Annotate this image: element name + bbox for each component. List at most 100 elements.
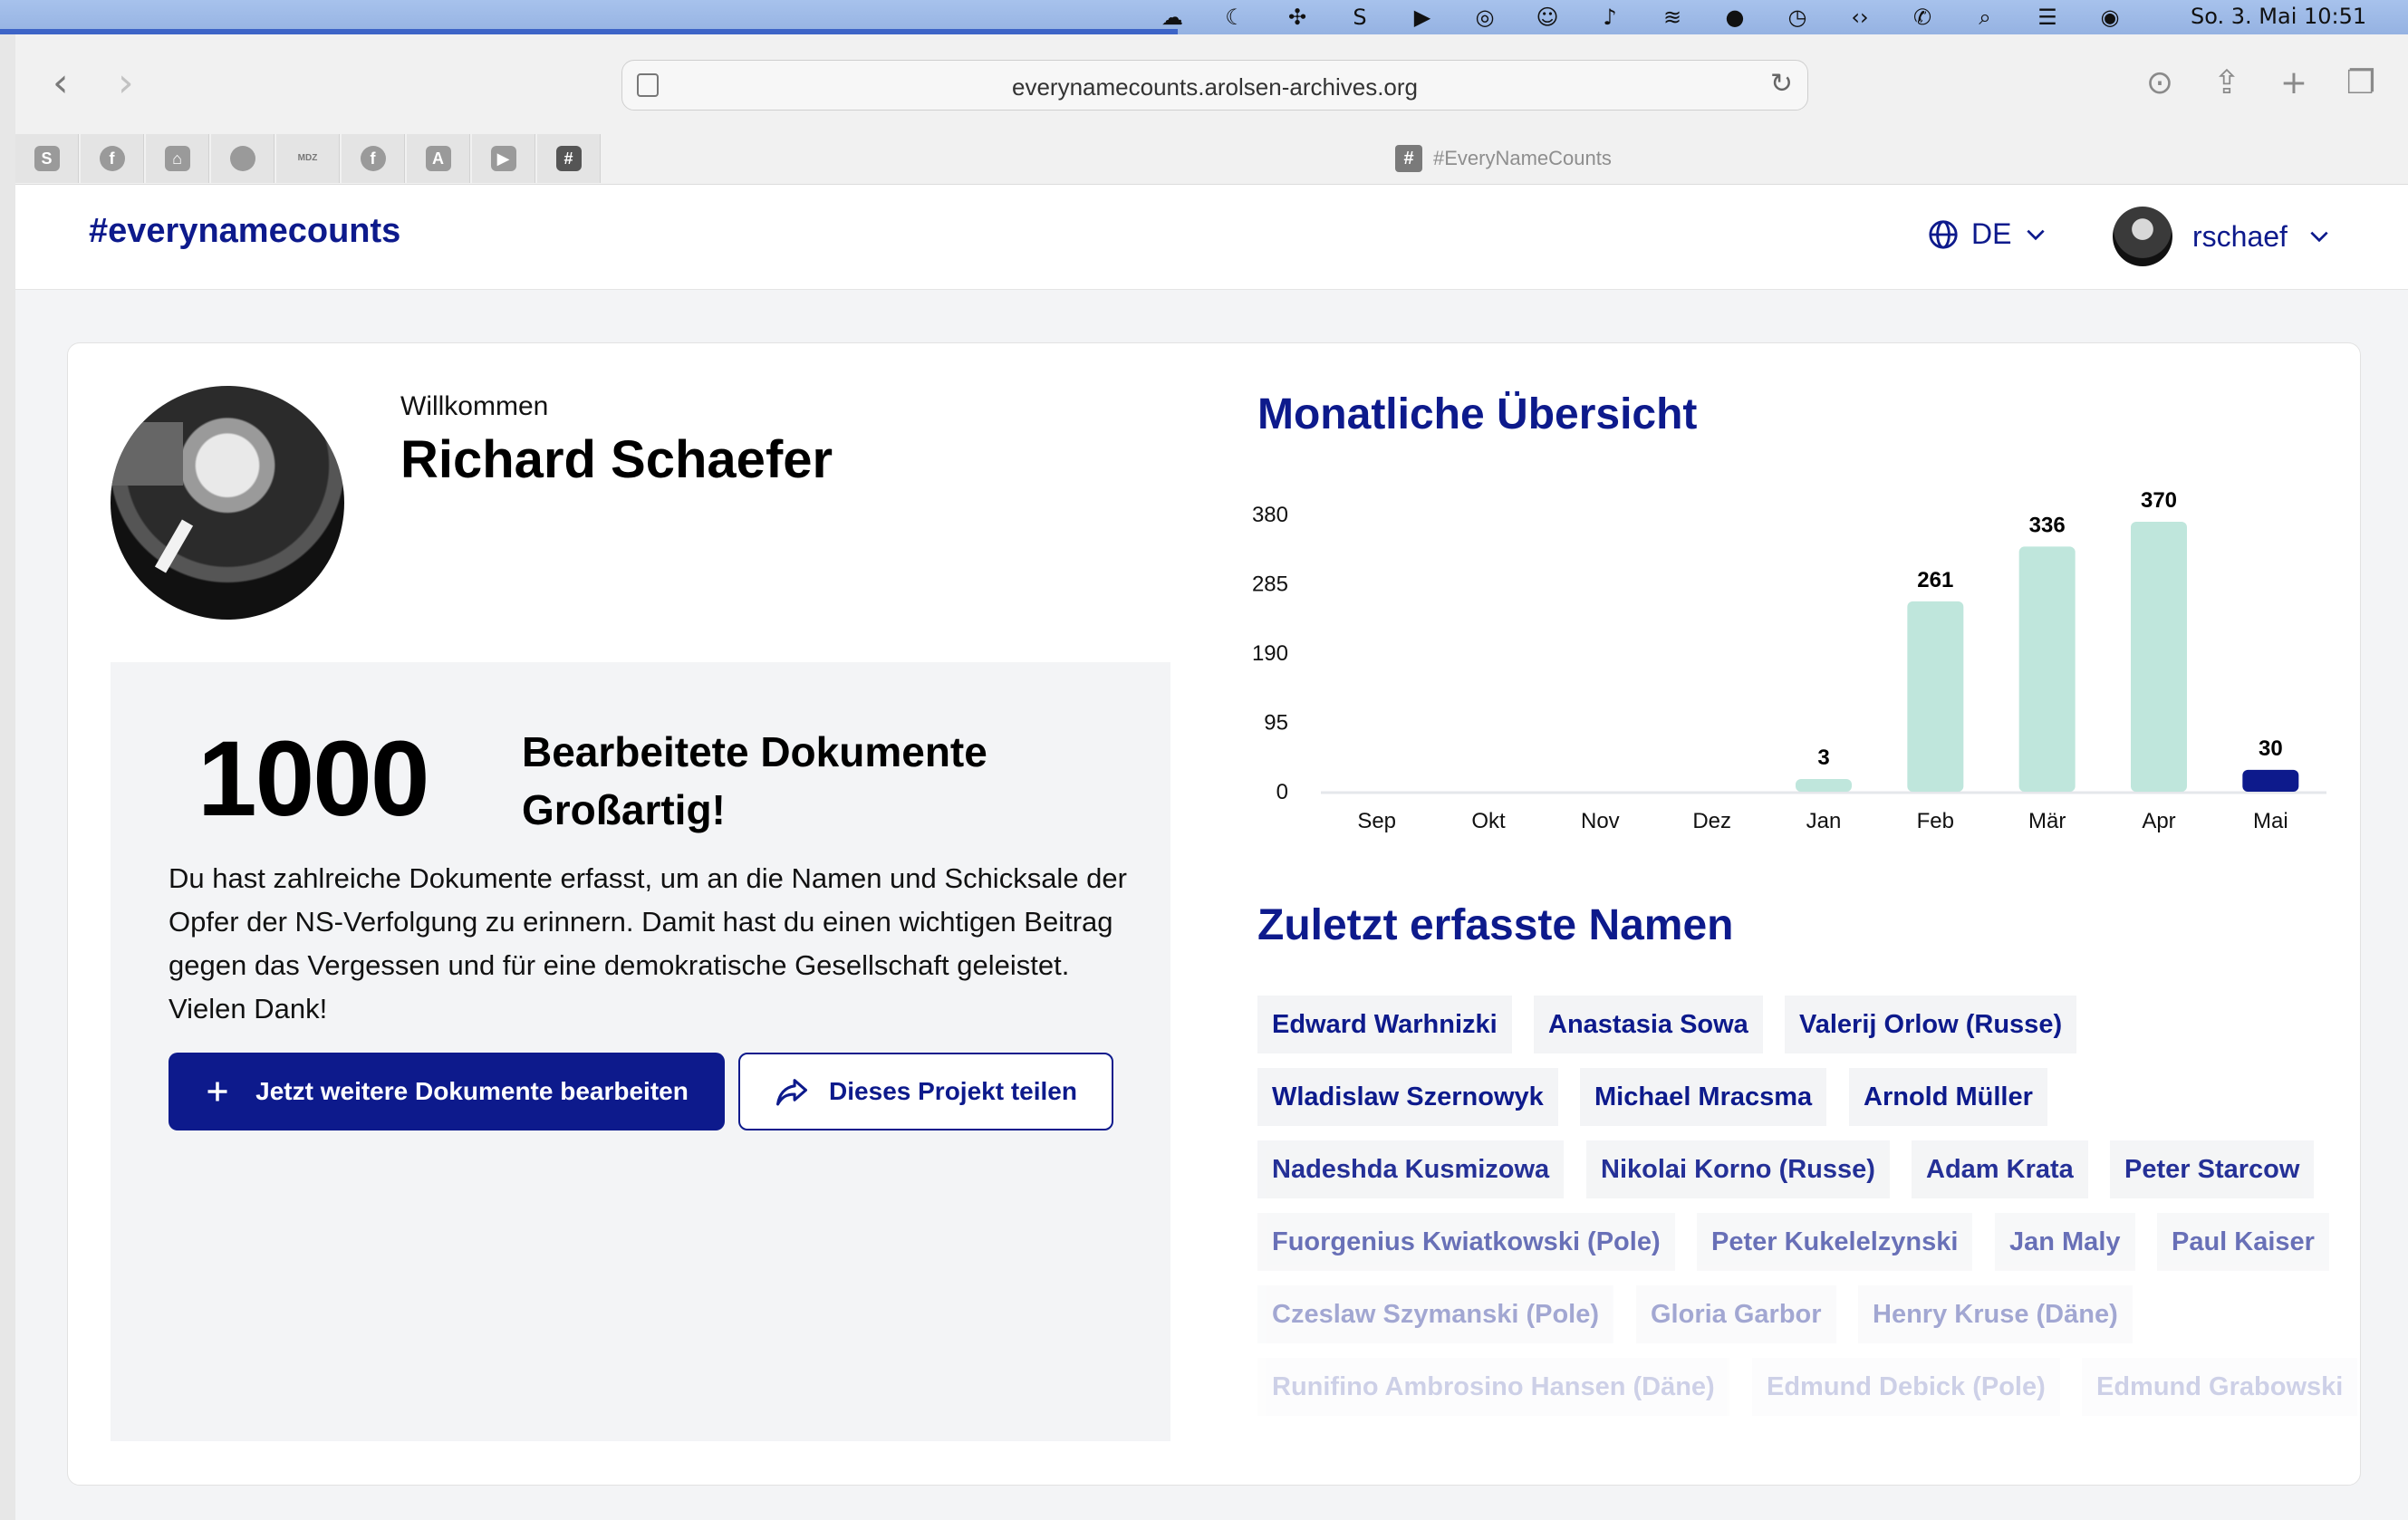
youtube-icon: ▶ <box>490 146 516 171</box>
time-machine-icon[interactable]: ◷ <box>1785 5 1810 30</box>
edit-more-documents-button[interactable]: Jetzt weitere Dokumente bearbeiten <box>169 1053 725 1130</box>
favorite-item[interactable]: f <box>81 134 144 183</box>
favorite-item[interactable]: S <box>15 134 79 183</box>
chevron-down-icon <box>2027 229 2046 240</box>
y-tick-label: 285 <box>1252 572 1288 597</box>
bar <box>1907 601 1964 792</box>
x-tick-label: Sep <box>1357 809 1396 833</box>
welcome-text: Willkommen <box>400 391 549 421</box>
download-icon[interactable]: ⊙ <box>2140 63 2180 103</box>
museum-icon: ⌂ <box>164 146 190 171</box>
airdrop-icon[interactable]: ◎ <box>1472 5 1498 30</box>
x-tick-label: Feb <box>1917 809 1954 833</box>
favorite-item[interactable]: ▶ <box>472 134 535 183</box>
bar <box>2242 769 2299 792</box>
accessibility-icon[interactable]: ☺ <box>1535 5 1560 30</box>
share-icon[interactable]: ⇪ <box>2207 63 2247 103</box>
y-tick-label: 380 <box>1252 503 1288 527</box>
menu-bar-clock[interactable]: So. 3. Mai 10:51 <box>2191 4 2366 29</box>
bar <box>1796 779 1852 792</box>
bar-value-label: 336 <box>2029 513 2066 537</box>
name-chip[interactable]: Nikolai Korno (Russe) <box>1586 1140 1890 1198</box>
name-chip[interactable]: Arnold Müller <box>1849 1068 2047 1126</box>
language-label: DE <box>1971 217 2012 250</box>
favorite-item[interactable]: MDZ <box>276 134 340 183</box>
hashtag-icon: # <box>555 146 582 171</box>
favorite-item[interactable]: # <box>537 134 601 183</box>
wifi-icon[interactable]: ≋ <box>1660 5 1685 30</box>
search-icon[interactable]: ⌕ <box>1972 5 1998 30</box>
stats-title: Bearbeitete Dokumente <box>522 728 987 775</box>
name-chip[interactable]: Anastasia Sowa <box>1534 996 1763 1053</box>
phone-icon[interactable]: ✆ <box>1910 5 1935 30</box>
x-tick-label: Nov <box>1581 809 1620 833</box>
documents-count: 1000 <box>197 719 430 839</box>
avatar <box>2113 207 2172 266</box>
name-chip[interactable]: Runifino Ambrosino Hansen (Däne) <box>1257 1358 1729 1416</box>
facebook-icon: f <box>99 146 125 171</box>
stats-praise: Großartig! <box>522 786 726 833</box>
favorite-item[interactable]: A <box>407 134 470 183</box>
creative-cloud-icon[interactable]: ☁ <box>1160 5 1185 30</box>
facebook-icon: f <box>360 146 386 171</box>
user-icon[interactable]: ● <box>1722 5 1748 30</box>
name-chip[interactable]: Valerij Orlow (Russe) <box>1785 996 2077 1053</box>
name-chip[interactable]: Paul Kaiser <box>2157 1213 2329 1271</box>
bar-value-label: 3 <box>1817 746 1829 770</box>
edit-more-documents-label: Jetzt weitere Dokumente bearbeiten <box>255 1077 689 1105</box>
user-menu[interactable]: rschaef <box>2113 207 2331 266</box>
name-chip[interactable]: Czeslaw Szymanski (Pole) <box>1257 1285 1614 1343</box>
reload-icon[interactable]: ↻ <box>1770 68 1793 100</box>
name-chip[interactable]: Peter Starcow <box>2110 1140 2315 1198</box>
play-icon[interactable]: ▶ <box>1410 5 1435 30</box>
name-chip[interactable]: Edward Warhnizki <box>1257 996 1512 1053</box>
y-tick-label: 0 <box>1276 780 1288 804</box>
forward-icon[interactable]: › <box>118 63 134 103</box>
name-chip[interactable]: Edmund Grabowski <box>2082 1358 2358 1416</box>
bar-value-label: 370 <box>2141 488 2177 513</box>
y-tick-label: 95 <box>1264 711 1288 736</box>
language-selector[interactable]: DE <box>1928 217 2047 251</box>
x-tick-label: Jan <box>1806 809 1842 833</box>
siri-icon[interactable]: ◉ <box>2097 5 2123 30</box>
favorite-item[interactable]: ⌂ <box>146 134 209 183</box>
shazam-icon[interactable]: S <box>1347 5 1373 30</box>
hearing-icon[interactable]: ♪ <box>1597 5 1623 30</box>
moon-icon[interactable]: ☾ <box>1222 5 1247 30</box>
x-tick-label: Apr <box>2142 809 2175 833</box>
name-chip[interactable]: Jan Maly <box>1995 1213 2135 1271</box>
back-icon[interactable]: ‹ <box>53 63 69 103</box>
user-full-name: Richard Schaefer <box>400 430 833 489</box>
x-tick-label: Dez <box>1692 809 1731 833</box>
name-chip[interactable]: Fuorgenius Kwiatkowski (Pole) <box>1257 1213 1675 1271</box>
name-chip[interactable]: Nadeshda Kusmizowa <box>1257 1140 1565 1198</box>
favorite-item[interactable]: f <box>342 134 405 183</box>
browser-left-edge <box>0 34 15 1520</box>
control-center-icon[interactable]: ☰ <box>2035 5 2060 30</box>
new-tab-icon[interactable]: + <box>2274 63 2314 103</box>
share-project-button[interactable]: Dieses Projekt teilen <box>738 1053 1113 1130</box>
active-tab[interactable]: # #EveryNameCounts <box>1395 145 1612 172</box>
name-chip[interactable]: Michael Mracsma <box>1580 1068 1827 1126</box>
name-chip[interactable]: Edmund Debick (Pole) <box>1752 1358 2060 1416</box>
bar <box>2018 546 2076 792</box>
address-bar[interactable]: everynamecounts.arolsen-archives.org ↻ <box>621 60 1808 111</box>
site-logo[interactable]: #everynamecounts <box>89 212 400 251</box>
bar-value-label: 261 <box>1917 568 1953 592</box>
name-chip[interactable]: Gloria Garbor <box>1636 1285 1836 1343</box>
code-icon[interactable]: ‹› <box>1847 5 1873 30</box>
name-chip[interactable]: Henry Kruse (Däne) <box>1858 1285 2133 1343</box>
mdz-icon: MDZ <box>297 153 318 163</box>
tab-overview-icon[interactable]: ❐ <box>2341 63 2381 103</box>
profile-photo <box>111 386 344 620</box>
name-chip[interactable]: Adam Krata <box>1912 1140 2088 1198</box>
y-tick-label: 190 <box>1252 641 1288 666</box>
x-tick-label: Mär <box>2028 809 2066 833</box>
name-chip[interactable]: Wladislaw Szernowyk <box>1257 1068 1558 1126</box>
dropbox-icon[interactable]: ✣ <box>1285 5 1310 30</box>
address-url: everynamecounts.arolsen-archives.org <box>1012 73 1418 101</box>
name-chip[interactable]: Peter Kukelelzynski <box>1697 1213 1973 1271</box>
favorite-item[interactable] <box>211 134 275 183</box>
username: rschaef <box>2192 219 2288 253</box>
globe-icon <box>1929 219 1958 249</box>
